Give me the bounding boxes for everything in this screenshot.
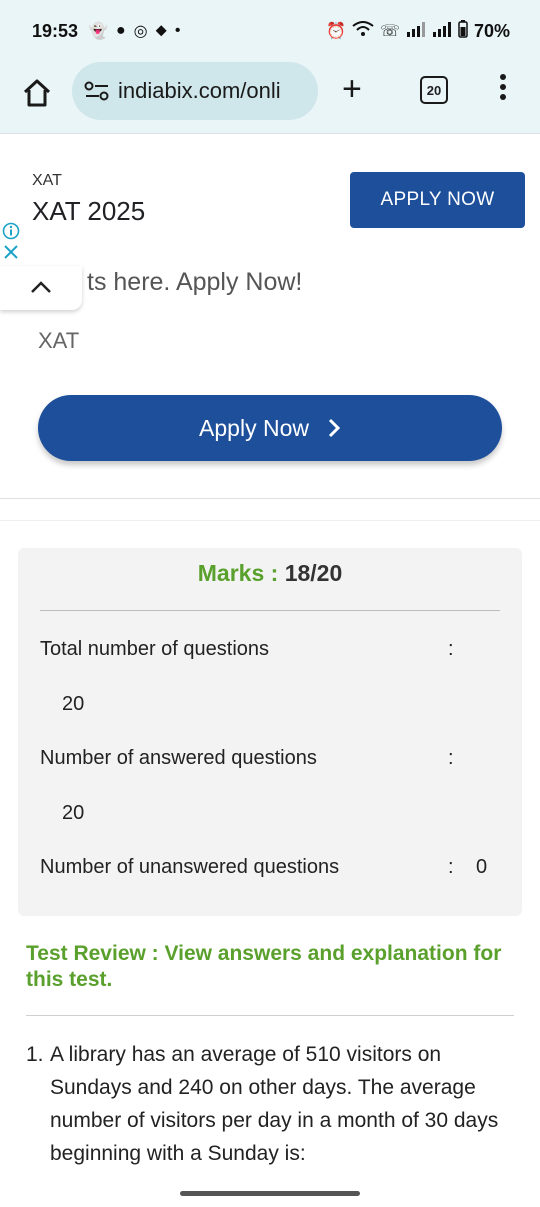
alarm-icon: ⏰ [326, 23, 346, 40]
ad-close-icon[interactable] [3, 244, 19, 260]
unanswered-questions-value: 0 [476, 856, 488, 878]
status-time: 19:53 [32, 20, 79, 41]
address-bar[interactable]: indiabix.com/onli [72, 62, 318, 120]
chat-icon: ● [115, 22, 126, 39]
ad-apply-button[interactable]: APPLY NOW [350, 172, 525, 228]
question-number: 1. [26, 1043, 44, 1066]
answered-questions-label: Number of answered questions [40, 747, 317, 769]
wifi-icon [352, 20, 374, 42]
status-bar: 19:53 👻 ● ◎ ⬥ • ⏰ ☏ 70% [0, 0, 540, 62]
test-review-link[interactable]: Test Review : View answers and explanati… [26, 941, 516, 993]
total-questions-colon: : [448, 638, 454, 660]
marks-label: Marks : [197, 560, 279, 586]
location-icon: ⬥ [155, 22, 167, 39]
home-icon [23, 79, 51, 107]
signal-icon-2 [432, 21, 452, 42]
instagram-icon: ◎ [133, 23, 148, 40]
question-text: A library has an average of 510 visitors… [50, 1043, 499, 1165]
question-item: 1. A library has an average of 510 visit… [26, 1038, 506, 1170]
ad-apply-now-button[interactable]: Apply Now [38, 395, 502, 461]
ad-apply-now-label: Apply Now [199, 414, 309, 441]
chevron-right-icon [328, 418, 341, 438]
marks-value: 18/20 [284, 560, 343, 586]
ad-info-icon[interactable] [2, 222, 20, 240]
home-button[interactable] [20, 76, 54, 110]
system-icons: ⏰ ☏ 70% [326, 19, 510, 43]
gesture-nav-handle[interactable] [180, 1191, 360, 1196]
answered-questions-value: 20 [62, 802, 85, 824]
notification-icons: 👻 ● ◎ ⬥ • [88, 21, 180, 41]
ad-banner-top[interactable]: XAT XAT 2025 APPLY NOW [0, 134, 540, 267]
battery-icon [458, 19, 468, 43]
total-questions-label: Total number of questions [40, 638, 270, 660]
signal-icon [406, 21, 426, 42]
dot-icon: • [174, 22, 181, 39]
total-questions-value: 20 [62, 693, 85, 715]
ad-tagline: ts here. Apply Now! [87, 268, 303, 296]
battery-level: 70% [473, 20, 510, 41]
more-menu-button[interactable] [498, 70, 508, 106]
ad-advertiser: XAT [32, 172, 62, 189]
url-text: indiabix.com/onli [118, 78, 281, 103]
chevron-up-icon [31, 281, 51, 293]
ad-collapse-button[interactable] [0, 266, 82, 310]
snapchat-icon: 👻 [88, 23, 108, 40]
ad-headline: XAT 2025 [32, 196, 146, 226]
results-section: Marks : 18/20 Total number of questions … [0, 520, 540, 1207]
new-tab-button[interactable]: + [342, 72, 362, 106]
answered-questions-colon: : [448, 747, 454, 769]
score-summary-card: Marks : 18/20 Total number of questions … [18, 548, 522, 916]
divider [40, 610, 500, 611]
ad-advertiser-2: XAT [38, 328, 80, 353]
marks-heading: Marks : 18/20 [18, 560, 522, 587]
call-icon: ☏ [379, 23, 400, 40]
browser-toolbar: indiabix.com/onli + 20 [0, 62, 540, 134]
unanswered-questions-label: Number of unanswered questions [40, 856, 340, 878]
unanswered-questions-colon: : [448, 856, 454, 878]
ad-banner-second[interactable]: ts here. Apply Now! XAT Apply Now [0, 266, 540, 499]
site-settings-icon[interactable] [84, 80, 110, 102]
tab-switcher-button[interactable]: 20 [420, 76, 448, 104]
divider [26, 1015, 514, 1016]
